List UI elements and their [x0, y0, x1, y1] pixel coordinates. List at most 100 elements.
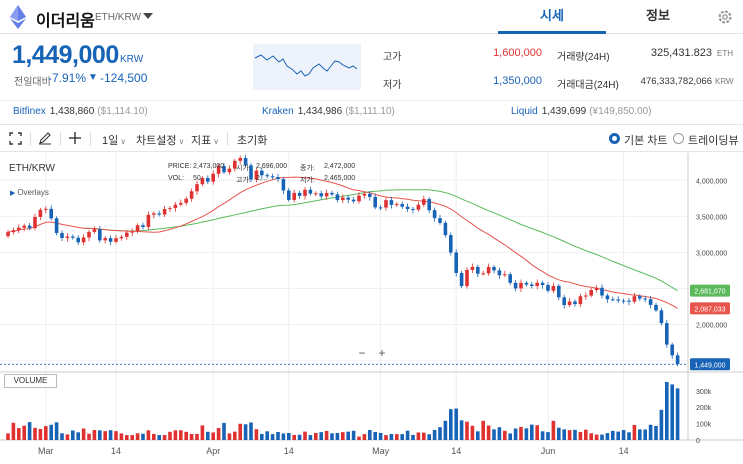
exchange-name: Bitfinex	[13, 106, 46, 117]
candle-body	[287, 190, 291, 200]
volume-bar	[249, 422, 253, 440]
candle-body	[470, 266, 475, 270]
indicators-label: 지표	[191, 135, 212, 147]
candle-body	[513, 282, 518, 289]
volume-bar	[76, 432, 80, 440]
overlays-toggle[interactable]: ▶ Overlays	[10, 188, 49, 197]
y-tick-label: 3,000,000	[696, 250, 727, 257]
candle-body	[503, 274, 507, 276]
candle-body	[292, 192, 296, 200]
reset-button[interactable]: 초기화	[237, 132, 267, 148]
volume-bar	[44, 426, 48, 440]
volume-bar	[200, 425, 205, 440]
candle-body	[465, 269, 469, 287]
candle-body	[168, 208, 172, 210]
x-tick-label: 14	[111, 446, 121, 456]
candle-body	[17, 227, 21, 231]
candle-body	[303, 189, 307, 196]
volume-bar	[98, 430, 102, 440]
candle-body	[643, 298, 647, 300]
exchange-price: 1,439,699	[541, 106, 587, 117]
candle-body	[308, 189, 313, 194]
volume-bar	[22, 425, 26, 440]
change-label: 전일대비	[14, 77, 51, 88]
volume-bar	[297, 434, 302, 440]
candle-body	[557, 285, 561, 298]
volume-bar	[578, 431, 583, 440]
volume-bar	[405, 430, 410, 440]
crosshair-icon[interactable]	[68, 131, 82, 145]
long-ma-price-tag: 2,681,070	[694, 289, 725, 296]
volume-bar	[92, 430, 97, 440]
volume-bar	[335, 432, 340, 440]
candle-body	[146, 214, 151, 228]
basic-chart-radio[interactable]	[609, 133, 620, 144]
candle-body	[573, 301, 577, 305]
pencil-icon[interactable]	[38, 131, 52, 145]
volume-bar	[65, 434, 70, 440]
volume-bar	[546, 432, 550, 440]
volume-bar	[346, 431, 350, 440]
volume-bar	[675, 388, 680, 440]
tab-info[interactable]: 정보	[606, 0, 710, 34]
volume-bar	[632, 424, 637, 440]
candle-body	[654, 304, 658, 311]
interval-label: 1일	[102, 135, 119, 147]
volume-bar	[654, 425, 658, 440]
volume-bar	[659, 409, 664, 440]
candle-body	[227, 168, 232, 173]
volume-bar	[378, 432, 383, 440]
candle-body	[594, 287, 599, 290]
short-ma-price-tag: 2,087,033	[694, 306, 725, 313]
candlestick-chart[interactable]: Mar 14 Apr 14 May 14 Jun 14 4,000,000 3,500,000 3,…	[0, 153, 743, 464]
zoom-in-button[interactable]: +	[374, 346, 390, 360]
volume-bar	[670, 384, 674, 440]
candle-body	[346, 197, 350, 200]
indicators-dropdown[interactable]: 지표 ∨	[191, 132, 219, 148]
tradingview-label[interactable]: 트레이딩뷰	[688, 132, 739, 148]
divider	[90, 132, 91, 146]
fullscreen-icon[interactable]	[9, 132, 22, 145]
volume-bar	[341, 432, 345, 440]
volume-bar	[476, 431, 480, 440]
candle-body	[384, 200, 388, 208]
exchange-liquid[interactable]: Liquid 1,439,699 (¥149,850.00)	[511, 106, 651, 117]
candle-body	[567, 301, 572, 306]
candle-body	[411, 209, 415, 211]
basic-chart-label[interactable]: 기본 차트	[624, 132, 668, 148]
candle-body	[130, 231, 134, 233]
candle-body	[584, 295, 588, 297]
volume-bar	[179, 430, 183, 440]
exchange-sub-price: (¥149,850.00)	[589, 106, 652, 117]
volume-bar	[584, 429, 588, 440]
tradingview-radio[interactable]	[673, 133, 684, 144]
volume-bar	[551, 420, 556, 440]
volume-bar	[443, 420, 448, 440]
candle-body	[60, 233, 64, 238]
volume-bar	[368, 430, 372, 440]
interval-dropdown[interactable]: 1일 ∨	[102, 132, 126, 148]
volume-bar	[373, 431, 377, 440]
volume-bar	[384, 435, 388, 440]
candle-body	[632, 296, 637, 302]
gear-icon[interactable]	[716, 8, 734, 26]
volume-bar	[135, 433, 140, 440]
volume-bar	[314, 432, 318, 440]
volume-bar	[486, 425, 491, 440]
volume-bar	[238, 423, 242, 440]
candle-body	[427, 199, 431, 211]
down-arrow-icon: ▼	[88, 72, 98, 83]
candle-body	[675, 355, 680, 365]
tab-market[interactable]: 시세	[498, 0, 606, 34]
ohlc-low-label: 저가:	[300, 177, 315, 184]
chart-settings-dropdown[interactable]: 차트설정 ∨	[136, 132, 184, 148]
exchange-bitfinex[interactable]: Bitfinex 1,438,860 ($1,114.10)	[13, 106, 148, 117]
zoom-out-button[interactable]: −	[354, 346, 370, 360]
volume-bar	[11, 422, 16, 440]
x-tick-label: 14	[284, 446, 294, 456]
candle-body	[665, 323, 669, 345]
exchange-kraken[interactable]: Kraken 1,434,986 ($1,111.10)	[262, 106, 395, 117]
candle-body	[6, 232, 10, 237]
volume-tick-label: 300k	[696, 389, 712, 396]
chevron-down-icon[interactable]	[143, 13, 153, 19]
